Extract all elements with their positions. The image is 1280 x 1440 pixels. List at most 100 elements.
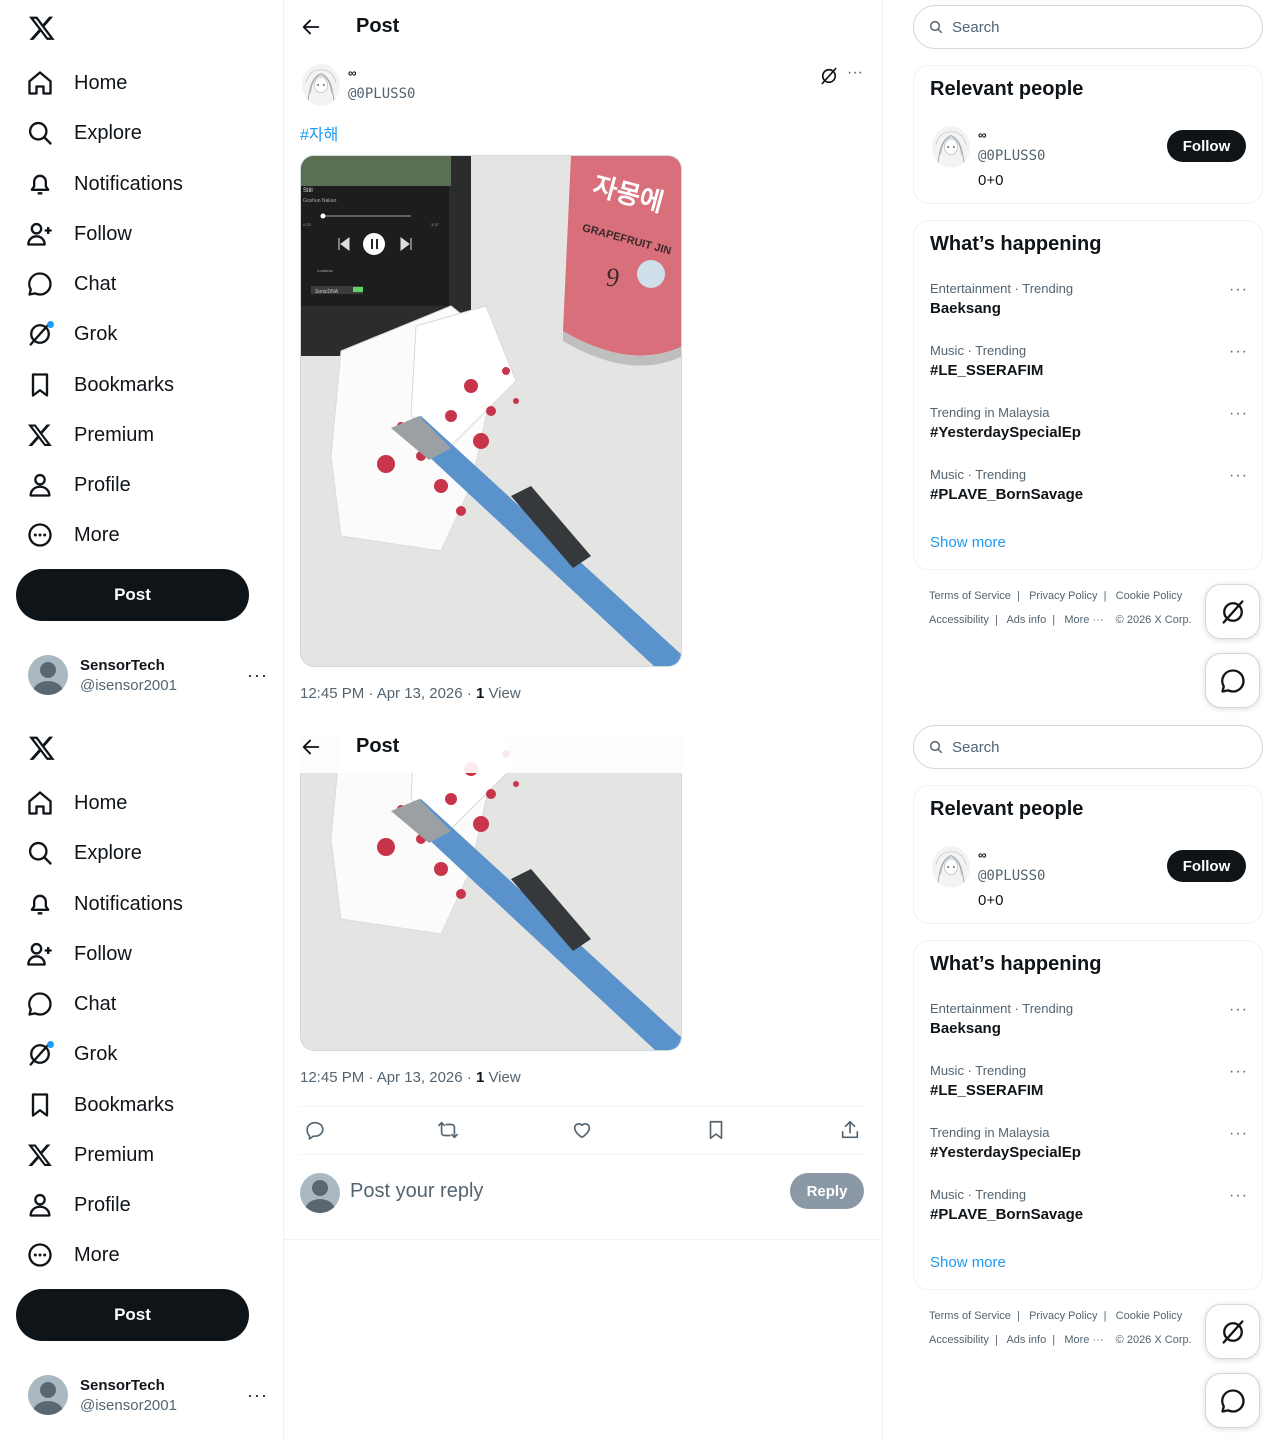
footer-privacy[interactable]: Privacy Policy: [1029, 1310, 1097, 1322]
person-avatar[interactable]: [932, 846, 970, 888]
nav-item-bookmarks[interactable]: Bookmarks: [26, 1085, 174, 1125]
nav-item-bookmarks[interactable]: Bookmarks: [26, 365, 174, 405]
nav-item-profile[interactable]: Profile: [26, 1185, 131, 1225]
post-time[interactable]: 12:45 PM · Apr 13, 2026 ·: [300, 685, 476, 702]
more-icon[interactable]: ···: [1229, 467, 1248, 485]
grok-float-button[interactable]: [1205, 1304, 1260, 1359]
hashtag-link[interactable]: #자해: [300, 121, 338, 145]
footer-ads[interactable]: Ads info: [1006, 1334, 1046, 1346]
author-name[interactable]: ∞: [348, 66, 357, 80]
person-avatar[interactable]: [932, 126, 970, 168]
back-arrow-icon[interactable]: [300, 736, 322, 758]
retweet-icon[interactable]: [437, 1119, 459, 1141]
footer-tos[interactable]: Terms of Service: [929, 590, 1011, 602]
account-switcher[interactable]: SensorTech @isensor2001 ···: [28, 1373, 268, 1417]
nav-item-notifications[interactable]: Notifications: [26, 884, 183, 924]
person-name[interactable]: ∞: [978, 128, 987, 142]
nav-item-explore[interactable]: Explore: [26, 113, 142, 153]
footer-accessibility[interactable]: Accessibility: [929, 1334, 989, 1346]
trend-item[interactable]: Entertainment · Trending Baeksang ···: [930, 281, 1248, 317]
trend-item[interactable]: Trending in Malaysia #YesterdaySpecialEp ·…: [930, 405, 1248, 441]
footer-more[interactable]: More ···: [1064, 614, 1103, 626]
show-more-link[interactable]: Show more: [930, 1254, 1006, 1271]
show-more-link[interactable]: Show more: [930, 534, 1006, 551]
nav-item-profile[interactable]: Profile: [26, 465, 131, 505]
trend-item[interactable]: Entertainment · Trending Baeksang ···: [930, 1001, 1248, 1037]
footer-copyright: © 2026 X Corp.: [1115, 1334, 1192, 1346]
footer-privacy[interactable]: Privacy Policy: [1029, 590, 1097, 602]
grok-icon[interactable]: [819, 66, 839, 86]
trend-item[interactable]: Music · Trending #PLAVE_BornSavage ···: [930, 1187, 1248, 1223]
more-icon[interactable]: ···: [1229, 281, 1248, 299]
search-icon: [928, 739, 944, 755]
left-sidebar: Home Explore Notifications Follow Chat G…: [0, 0, 283, 720]
nav-item-notifications[interactable]: Notifications: [26, 164, 183, 204]
footer-tos[interactable]: Terms of Service: [929, 1310, 1011, 1322]
account-switcher[interactable]: SensorTech @isensor2001 ···: [28, 653, 268, 697]
post-button[interactable]: Post: [16, 1289, 249, 1341]
author-handle[interactable]: @0PLUSS0: [348, 86, 415, 102]
share-icon[interactable]: [839, 1119, 861, 1141]
follow-button[interactable]: Follow: [1167, 850, 1246, 882]
post-button[interactable]: Post: [16, 569, 249, 621]
footer-more[interactable]: More ···: [1064, 1334, 1103, 1346]
person-handle[interactable]: @0PLUSS0: [978, 868, 1045, 884]
reply-input[interactable]: Post your reply: [350, 1180, 483, 1203]
post-image[interactable]: [300, 735, 682, 1051]
grok-float-button[interactable]: [1205, 584, 1260, 639]
x-logo-icon[interactable]: [28, 14, 56, 42]
footer-links: Accessibility | Ads info | More ··· © 20…: [929, 1334, 1192, 1346]
trend-item[interactable]: Music · Trending #LE_SSERAFIM ···: [930, 1063, 1248, 1099]
nav-item-grok[interactable]: Grok: [26, 314, 117, 354]
more-icon[interactable]: ···: [1229, 1187, 1248, 1205]
bookmark-icon[interactable]: [705, 1119, 727, 1141]
nav-item-chat[interactable]: Chat: [26, 264, 116, 304]
trend-item[interactable]: Music · Trending #PLAVE_BornSavage ···: [930, 467, 1248, 503]
person-name[interactable]: ∞: [978, 848, 987, 862]
nav-item-follow[interactable]: Follow: [26, 934, 132, 974]
more-icon[interactable]: ···: [1229, 343, 1248, 361]
chat-float-button[interactable]: [1205, 1373, 1260, 1428]
nav-label: Explore: [74, 121, 142, 144]
footer-accessibility[interactable]: Accessibility: [929, 614, 989, 626]
author-avatar[interactable]: [302, 64, 340, 106]
more-icon[interactable]: ···: [247, 1385, 268, 1406]
nav-item-more[interactable]: More: [26, 515, 120, 555]
x-logo-icon[interactable]: [28, 734, 56, 762]
like-icon[interactable]: [571, 1119, 593, 1141]
more-icon[interactable]: ···: [1229, 1001, 1248, 1019]
chat-float-button[interactable]: [1205, 653, 1260, 708]
nav-item-home[interactable]: Home: [26, 783, 127, 823]
post-time[interactable]: 12:45 PM · Apr 13, 2026 ·: [300, 1069, 476, 1086]
more-icon[interactable]: ···: [1229, 1125, 1248, 1143]
footer-cookie[interactable]: Cookie Policy: [1116, 1310, 1183, 1322]
trend-item[interactable]: Music · Trending #LE_SSERAFIM ···: [930, 343, 1248, 379]
nav-item-explore[interactable]: Explore: [26, 833, 142, 873]
person-handle[interactable]: @0PLUSS0: [978, 148, 1045, 164]
person-icon: [26, 471, 54, 499]
post-image[interactable]: Still Goshun Nakao 0:33 3:37 Lossless So…: [300, 155, 682, 667]
nav-label: Notifications: [74, 892, 183, 915]
nav-item-grok[interactable]: Grok: [26, 1034, 117, 1074]
grok-icon: [26, 1040, 54, 1068]
reply-icon[interactable]: [304, 1119, 326, 1141]
footer-ads[interactable]: Ads info: [1006, 614, 1046, 626]
search-input[interactable]: Search: [913, 5, 1263, 49]
nav-item-follow[interactable]: Follow: [26, 214, 132, 254]
nav-item-chat[interactable]: Chat: [26, 984, 116, 1024]
footer-cookie[interactable]: Cookie Policy: [1116, 590, 1183, 602]
nav-item-home[interactable]: Home: [26, 63, 127, 103]
follow-button[interactable]: Follow: [1167, 130, 1246, 162]
more-icon[interactable]: ···: [247, 665, 268, 686]
more-icon[interactable]: ···: [1229, 405, 1248, 423]
nav-label: More: [74, 523, 120, 546]
reply-button[interactable]: Reply: [790, 1173, 864, 1209]
nav-item-premium[interactable]: Premium: [26, 1135, 154, 1175]
nav-item-more[interactable]: More: [26, 1235, 120, 1275]
trend-item[interactable]: Trending in Malaysia #YesterdaySpecialEp ·…: [930, 1125, 1248, 1161]
nav-item-premium[interactable]: Premium: [26, 415, 154, 455]
more-icon[interactable]: ···: [1229, 1063, 1248, 1081]
more-icon[interactable]: ···: [847, 64, 863, 82]
search-input[interactable]: Search: [913, 725, 1263, 769]
back-arrow-icon[interactable]: [300, 16, 322, 38]
